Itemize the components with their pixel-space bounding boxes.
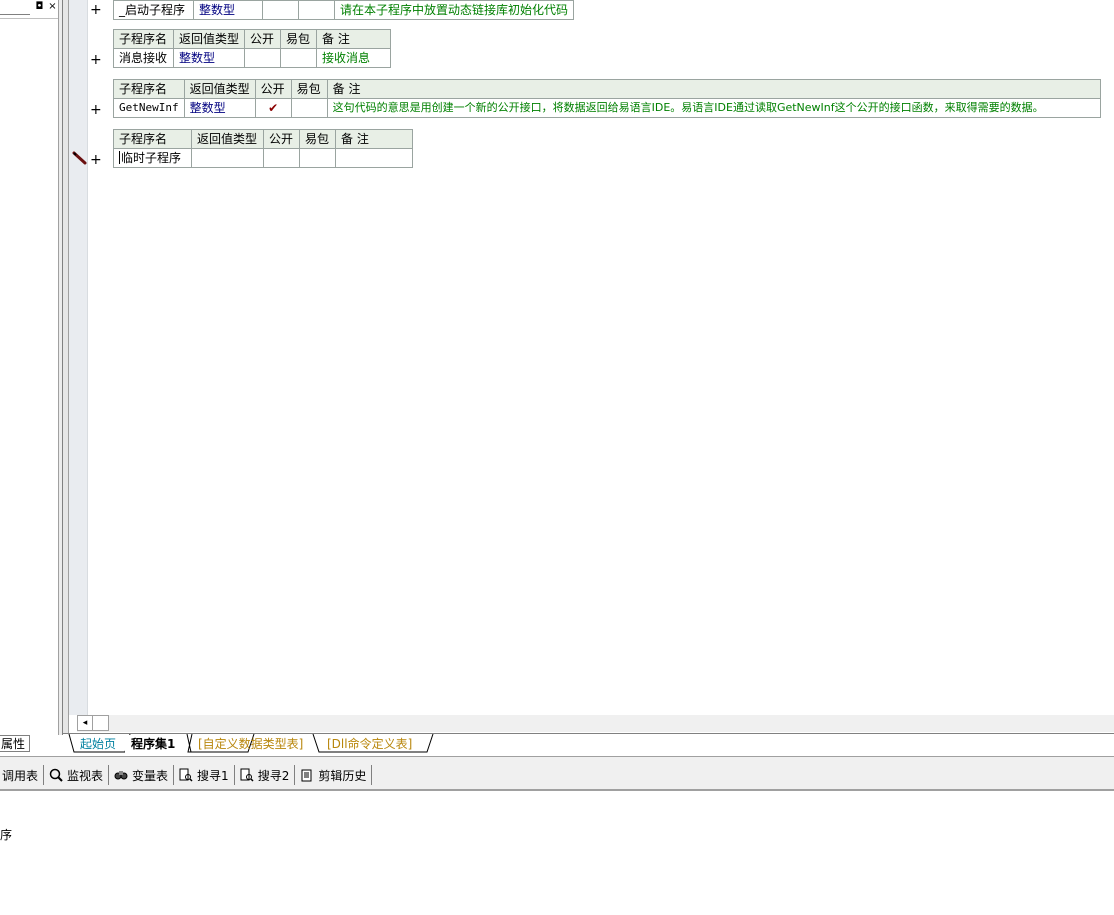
note-cell[interactable]: 请在本子程序中放置动态链接库初始化代码: [333, 0, 575, 20]
clip-history-label: 剪辑历史: [318, 768, 367, 783]
package-cell[interactable]: [280, 48, 318, 68]
toolbar-watch-table[interactable]: 监视表: [44, 765, 110, 785]
toolbar-search-1[interactable]: 搜寻1: [174, 765, 235, 785]
scroll-left-arrow-icon[interactable]: ◂: [77, 715, 93, 731]
table-row: GetNewInf 整数型 ✔ 这句代码的意思是用创建一个新的公开接口，将数据返…: [113, 98, 1101, 118]
tab-start-page[interactable]: 起始页: [74, 735, 122, 753]
expand-button[interactable]: +: [90, 153, 102, 167]
binoculars-icon: [114, 771, 128, 780]
expand-button[interactable]: +: [90, 53, 102, 67]
magnifier-icon: [49, 768, 63, 782]
output-text: 序: [0, 828, 13, 842]
subroutine-table: 子程序名 返回值类型 公开 易包 备 注 临时子程序: [113, 129, 413, 168]
return-type-cell[interactable]: [191, 148, 264, 168]
table-header-row: 子程序名 返回值类型 公开 易包 备 注: [113, 79, 1101, 99]
table-header-row: 子程序名 返回值类型 公开 易包 备 注: [113, 29, 392, 49]
variable-table-label: 变量表: [132, 768, 169, 783]
return-type: 整数型: [189, 101, 226, 115]
note-cell[interactable]: 这句代码的意思是用创建一个新的公开接口，将数据返回给易语言IDE。易语言IDE通…: [326, 98, 1101, 118]
note-cell[interactable]: 接收消息: [316, 48, 392, 68]
close-icon[interactable]: ×: [47, 1, 58, 12]
subroutine-name[interactable]: 消息接收: [113, 48, 174, 68]
pin-icon[interactable]: ◘: [34, 1, 45, 12]
subroutine-table: 子程序名 返回值类型 公开 易包 备 注 消息接收 整数型 接收消息: [113, 29, 392, 68]
header-return-type: 返回值类型: [172, 29, 246, 49]
subroutine-table: _启动子程序 整数型 请在本子程序中放置动态链接库初始化代码: [113, 0, 575, 20]
public-cell[interactable]: [244, 48, 282, 68]
toolbar-call-table[interactable]: 调用表: [0, 765, 45, 785]
table-row: 消息接收 整数型 接收消息: [113, 48, 392, 68]
return-type-cell[interactable]: 整数型: [183, 98, 256, 118]
expand-button[interactable]: +: [90, 3, 102, 17]
subroutine-name[interactable]: _启动子程序: [113, 0, 194, 20]
watch-table-label: 监视表: [67, 768, 104, 783]
tab-properties[interactable]: 属性: [0, 735, 30, 752]
package-cell[interactable]: [290, 98, 328, 118]
return-type: 整数型: [199, 3, 236, 17]
package-cell[interactable]: [299, 148, 336, 168]
left-panel: ◘ ×: [0, 0, 63, 735]
toolbar-clip-history[interactable]: 剪辑历史: [295, 765, 373, 785]
pencil-icon: [72, 151, 87, 165]
panel-title-line: [0, 14, 30, 15]
subroutine-name: 临时子程序: [121, 151, 182, 165]
subroutine-name-cell[interactable]: 临时子程序: [113, 148, 192, 168]
table-row: _启动子程序 整数型 请在本子程序中放置动态链接库初始化代码: [113, 0, 575, 20]
header-name: 子程序名: [113, 29, 174, 49]
bottom-toolbar: 调用表 监视表 变量表 搜寻1 搜寻2 剪辑历史: [0, 764, 373, 786]
package-cell[interactable]: [298, 0, 335, 20]
header-return-type: 返回值类型: [183, 79, 256, 99]
scroll-thumb[interactable]: [93, 715, 109, 731]
public-checkmark-icon[interactable]: ✔: [254, 98, 292, 118]
output-pane[interactable]: [0, 791, 1114, 915]
header-public: 公开: [263, 129, 300, 149]
text-caret: [119, 151, 120, 164]
call-table-label: 调用表: [2, 768, 39, 783]
return-type-cell[interactable]: 整数型: [172, 48, 246, 68]
header-note: 备 注: [326, 79, 1101, 99]
return-type: 整数型: [179, 51, 216, 65]
tab-dll-commands[interactable]: [Dll命令定义表]: [321, 735, 418, 753]
expand-button[interactable]: +: [90, 103, 102, 117]
toolbar-search-2[interactable]: 搜寻2: [235, 765, 296, 785]
toolbar-variable-table[interactable]: 变量表: [109, 765, 175, 785]
table-header-row: 子程序名 返回值类型 公开 易包 备 注: [113, 129, 413, 149]
header-package: 易包: [290, 79, 328, 99]
editor-gutter: [69, 0, 88, 715]
public-cell[interactable]: [263, 148, 300, 168]
search-1-label: 搜寻1: [197, 768, 229, 783]
header-name: 子程序名: [113, 79, 185, 99]
subroutine-table: 子程序名 返回值类型 公开 易包 备 注 GetNewInf 整数型 ✔ 这句代…: [113, 79, 1101, 118]
header-return-type: 返回值类型: [191, 129, 264, 149]
tab-custom-data-types[interactable]: [自定义数据类型表]: [192, 735, 309, 753]
header-public: 公开: [254, 79, 292, 99]
header-public: 公开: [244, 29, 282, 49]
search-doc-icon: [240, 768, 254, 782]
return-type-cell[interactable]: 整数型: [193, 0, 263, 20]
subroutine-name[interactable]: GetNewInf: [113, 98, 185, 118]
search-doc-icon: [179, 768, 193, 782]
public-cell[interactable]: [262, 0, 299, 20]
search-2-label: 搜寻2: [257, 768, 290, 783]
header-note: 备 注: [316, 29, 392, 49]
tab-program-set-1[interactable]: 程序集1: [125, 735, 182, 753]
horizontal-scrollbar[interactable]: [77, 715, 1114, 732]
header-package: 易包: [280, 29, 318, 49]
header-note: 备 注: [335, 129, 413, 149]
panel-divider: [0, 18, 58, 19]
clipboard-icon: [301, 769, 312, 782]
header-name: 子程序名: [113, 129, 192, 149]
header-package: 易包: [299, 129, 336, 149]
note-cell[interactable]: [335, 148, 413, 168]
table-row: 临时子程序: [113, 148, 413, 168]
